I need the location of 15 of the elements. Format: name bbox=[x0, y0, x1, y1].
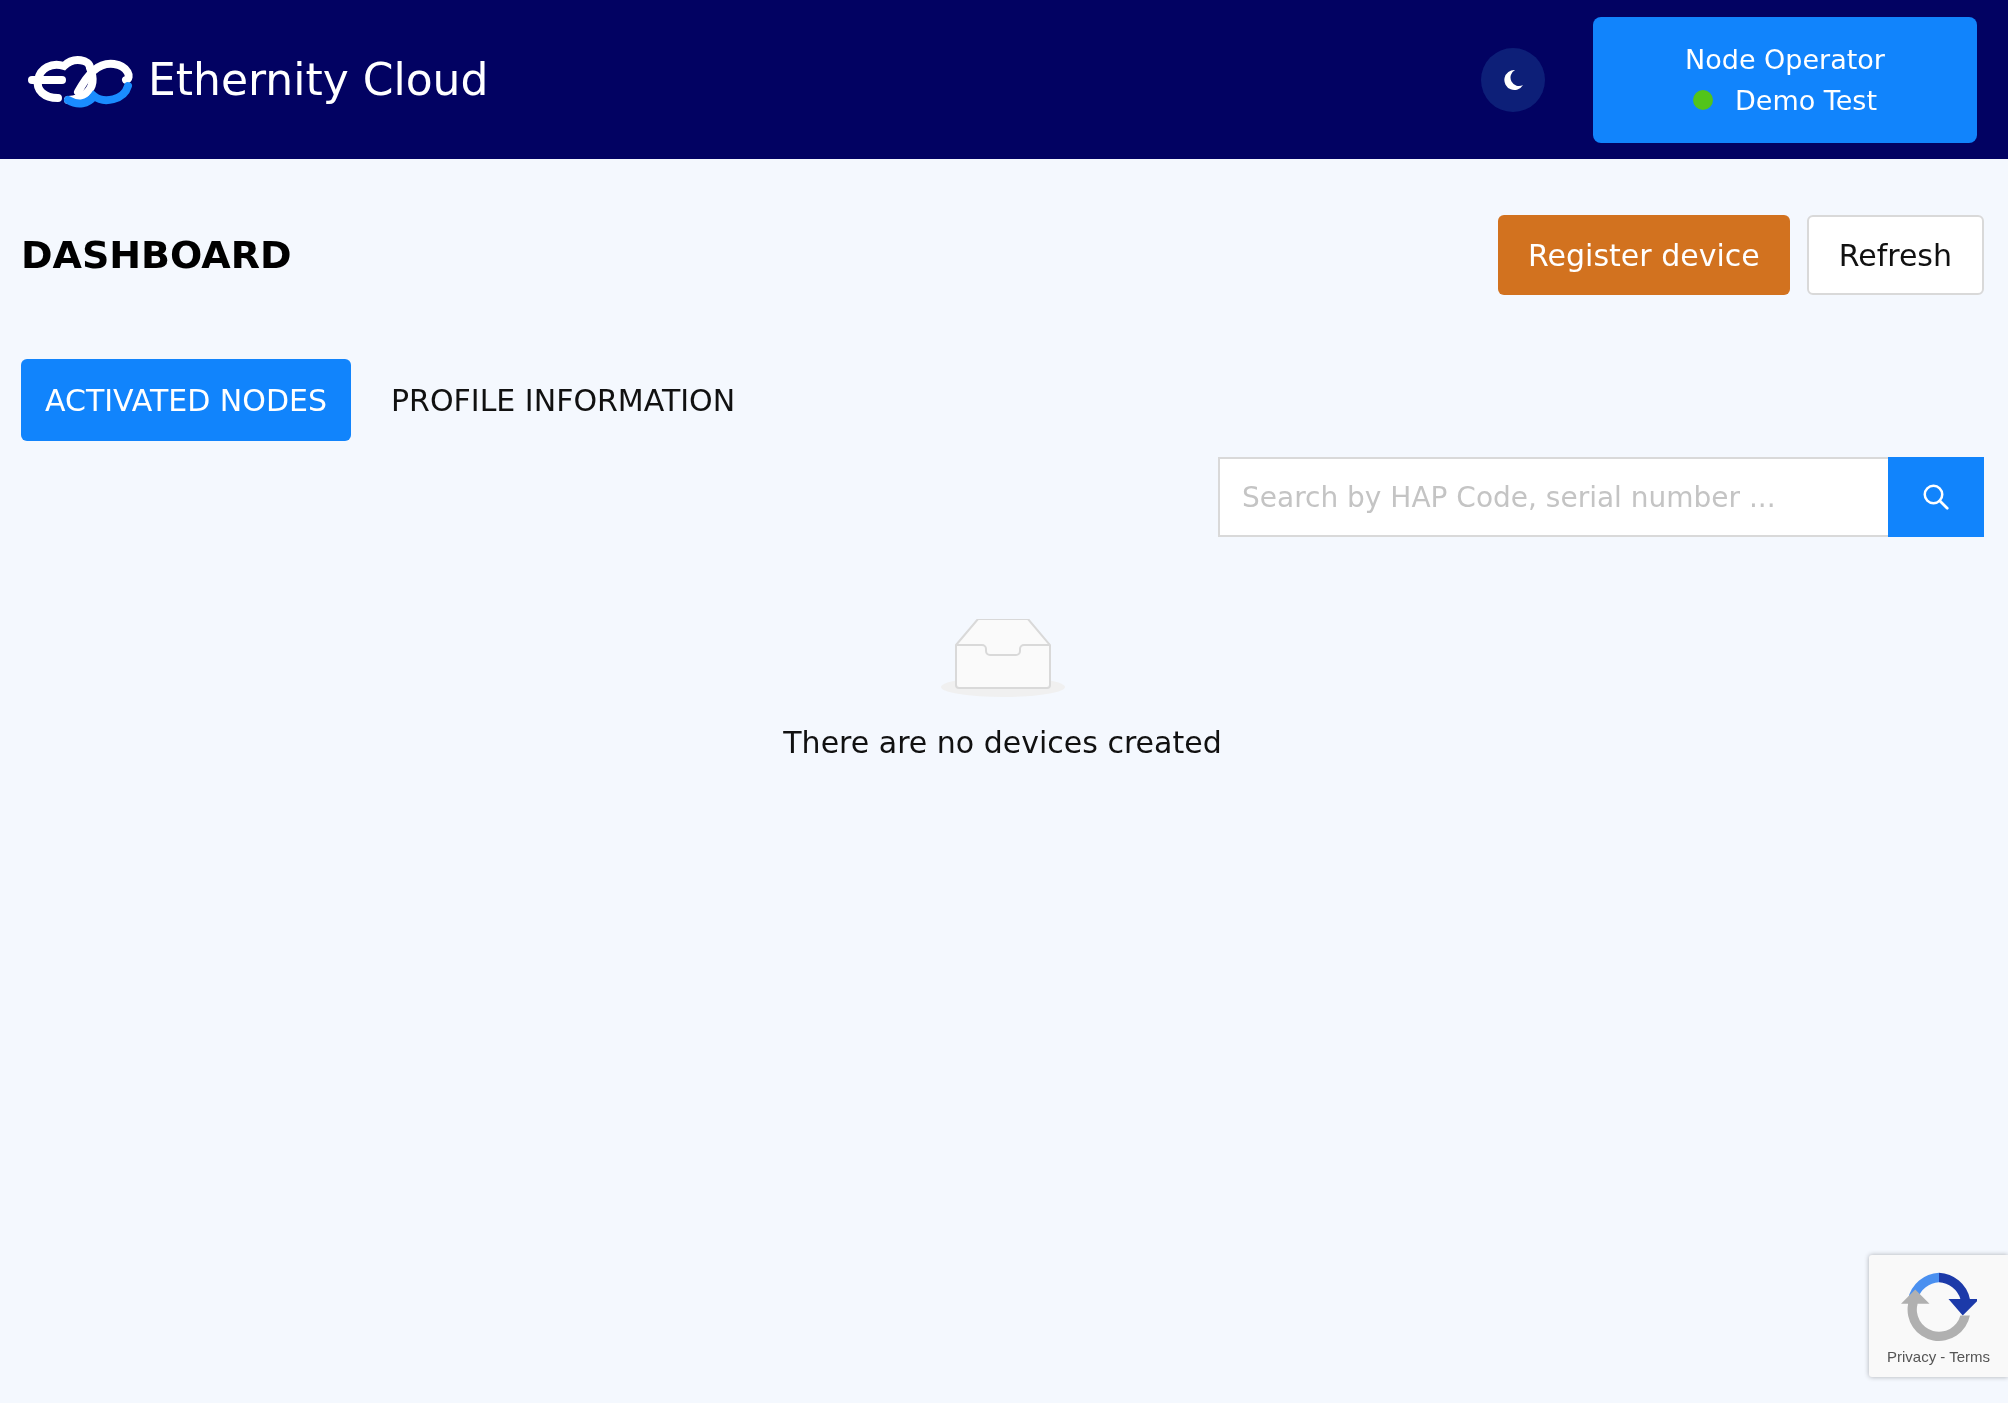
search-icon bbox=[1921, 482, 1951, 512]
separator: - bbox=[1940, 1347, 1946, 1365]
user-role: Node Operator bbox=[1685, 43, 1885, 75]
terms-link[interactable]: Terms bbox=[1949, 1347, 1990, 1365]
empty-message: There are no devices created bbox=[783, 725, 1222, 760]
page-title: DASHBOARD bbox=[21, 233, 292, 277]
user-menu-button[interactable]: Node Operator Demo Test bbox=[1593, 16, 1977, 143]
search-field[interactable]: Search by HAP Code, serial number ... bbox=[1218, 457, 1888, 537]
moon-icon bbox=[1501, 67, 1525, 92]
tab[interactable]: PROFILE INFORMATION bbox=[367, 359, 760, 441]
tab[interactable]: ACTIVATED NODES bbox=[21, 359, 351, 441]
refresh-button[interactable]: Refresh bbox=[1806, 215, 1984, 295]
privacy-link[interactable]: Privacy bbox=[1887, 1347, 1937, 1365]
brand-name: Ethernity Cloud bbox=[148, 54, 489, 105]
user-name: Demo Test bbox=[1735, 84, 1877, 116]
